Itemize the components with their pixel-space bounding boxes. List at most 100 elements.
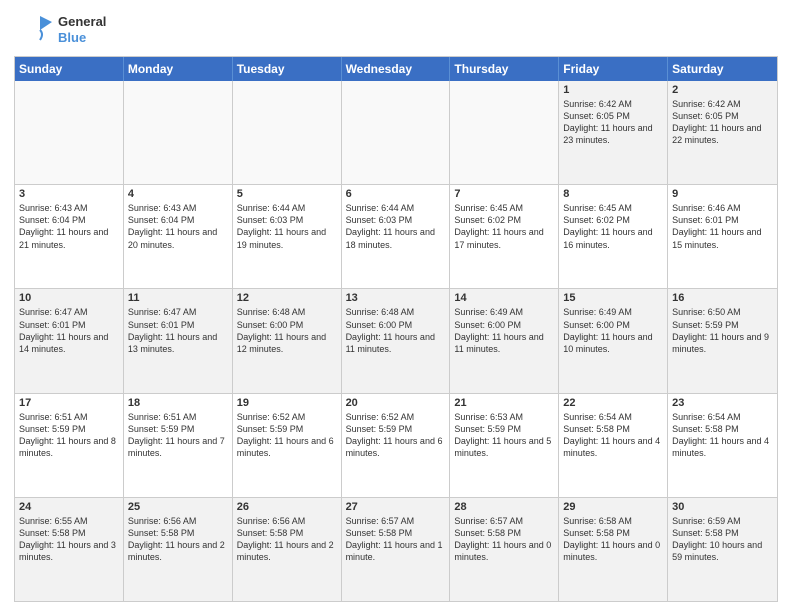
calendar-header: SundayMondayTuesdayWednesdayThursdayFrid…	[15, 57, 777, 81]
cell-info: Sunrise: 6:49 AMSunset: 6:00 PMDaylight:…	[454, 306, 554, 355]
cal-cell: 12 Sunrise: 6:48 AMSunset: 6:00 PMDayligh…	[233, 289, 342, 392]
cal-cell	[233, 81, 342, 184]
cell-info: Sunrise: 6:47 AMSunset: 6:01 PMDaylight:…	[128, 306, 228, 355]
day-number: 13	[346, 292, 446, 304]
cell-info: Sunrise: 6:42 AMSunset: 6:05 PMDaylight:…	[563, 98, 663, 147]
cal-cell: 30 Sunrise: 6:59 AMSunset: 5:58 PMDayligh…	[668, 498, 777, 601]
cell-info: Sunrise: 6:43 AMSunset: 6:04 PMDaylight:…	[19, 202, 119, 251]
cal-cell: 26 Sunrise: 6:56 AMSunset: 5:58 PMDayligh…	[233, 498, 342, 601]
cal-cell	[124, 81, 233, 184]
cell-info: Sunrise: 6:56 AMSunset: 5:58 PMDaylight:…	[237, 515, 337, 564]
cal-cell: 25 Sunrise: 6:56 AMSunset: 5:58 PMDayligh…	[124, 498, 233, 601]
day-number: 22	[563, 397, 663, 409]
day-number: 9	[672, 188, 773, 200]
day-header-tuesday: Tuesday	[233, 57, 342, 81]
cell-info: Sunrise: 6:57 AMSunset: 5:58 PMDaylight:…	[346, 515, 446, 564]
day-number: 10	[19, 292, 119, 304]
cell-info: Sunrise: 6:42 AMSunset: 6:05 PMDaylight:…	[672, 98, 773, 147]
day-header-friday: Friday	[559, 57, 668, 81]
day-number: 11	[128, 292, 228, 304]
day-number: 12	[237, 292, 337, 304]
cell-info: Sunrise: 6:51 AMSunset: 5:59 PMDaylight:…	[128, 411, 228, 460]
day-number: 4	[128, 188, 228, 200]
cal-cell: 9Sunrise: 6:46 AMSunset: 6:01 PMDaylight…	[668, 185, 777, 288]
cell-info: Sunrise: 6:44 AMSunset: 6:03 PMDaylight:…	[346, 202, 446, 251]
week-row-4: 24 Sunrise: 6:55 AMSunset: 5:58 PMDayligh…	[15, 497, 777, 601]
cal-cell: 5 Sunrise: 6:44 AMSunset: 6:03 PMDaylight…	[233, 185, 342, 288]
day-number: 18	[128, 397, 228, 409]
cal-cell: 22Sunrise: 6:54 AMSunset: 5:58 PMDayligh…	[559, 394, 668, 497]
cell-info: Sunrise: 6:55 AMSunset: 5:58 PMDaylight:…	[19, 515, 119, 564]
day-number: 3	[19, 188, 119, 200]
cal-cell: 16Sunrise: 6:50 AMSunset: 5:59 PMDayligh…	[668, 289, 777, 392]
cell-info: Sunrise: 6:45 AMSunset: 6:02 PMDaylight:…	[563, 202, 663, 251]
cal-cell: 18 Sunrise: 6:51 AMSunset: 5:59 PMDayligh…	[124, 394, 233, 497]
cal-cell	[342, 81, 451, 184]
day-header-saturday: Saturday	[668, 57, 777, 81]
cell-info: Sunrise: 6:53 AMSunset: 5:59 PMDaylight:…	[454, 411, 554, 460]
cal-cell: 15Sunrise: 6:49 AMSunset: 6:00 PMDayligh…	[559, 289, 668, 392]
day-number: 29	[563, 501, 663, 513]
cell-info: Sunrise: 6:52 AMSunset: 5:59 PMDaylight:…	[237, 411, 337, 460]
cell-info: Sunrise: 6:56 AMSunset: 5:58 PMDaylight:…	[128, 515, 228, 564]
cell-info: Sunrise: 6:49 AMSunset: 6:00 PMDaylight:…	[563, 306, 663, 355]
cal-cell: 24 Sunrise: 6:55 AMSunset: 5:58 PMDayligh…	[15, 498, 124, 601]
day-header-wednesday: Wednesday	[342, 57, 451, 81]
cell-info: Sunrise: 6:47 AMSunset: 6:01 PMDaylight:…	[19, 306, 119, 355]
cell-info: Sunrise: 6:51 AMSunset: 5:59 PMDaylight:…	[19, 411, 119, 460]
cal-cell: 6Sunrise: 6:44 AMSunset: 6:03 PMDaylight…	[342, 185, 451, 288]
calendar-body: 1 Sunrise: 6:42 AMSunset: 6:05 PMDaylight…	[15, 81, 777, 601]
calendar: SundayMondayTuesdayWednesdayThursdayFrid…	[14, 56, 778, 602]
logo-text: GeneralBlue	[58, 14, 106, 45]
week-row-2: 10 Sunrise: 6:47 AMSunset: 6:01 PMDayligh…	[15, 288, 777, 392]
day-number: 21	[454, 397, 554, 409]
cell-info: Sunrise: 6:45 AMSunset: 6:02 PMDaylight:…	[454, 202, 554, 251]
day-number: 17	[19, 397, 119, 409]
day-number: 23	[672, 397, 773, 409]
day-number: 2	[672, 84, 773, 96]
cal-cell: 10 Sunrise: 6:47 AMSunset: 6:01 PMDayligh…	[15, 289, 124, 392]
cell-info: Sunrise: 6:52 AMSunset: 5:59 PMDaylight:…	[346, 411, 446, 460]
cell-info: Sunrise: 6:44 AMSunset: 6:03 PMDaylight:…	[237, 202, 337, 251]
day-number: 26	[237, 501, 337, 513]
day-header-monday: Monday	[124, 57, 233, 81]
cal-cell: 2 Sunrise: 6:42 AMSunset: 6:05 PMDaylight…	[668, 81, 777, 184]
cell-info: Sunrise: 6:50 AMSunset: 5:59 PMDaylight:…	[672, 306, 773, 355]
cell-info: Sunrise: 6:43 AMSunset: 6:04 PMDaylight:…	[128, 202, 228, 251]
cal-cell: 7 Sunrise: 6:45 AMSunset: 6:02 PMDaylight…	[450, 185, 559, 288]
day-number: 14	[454, 292, 554, 304]
week-row-0: 1 Sunrise: 6:42 AMSunset: 6:05 PMDaylight…	[15, 81, 777, 184]
day-number: 7	[454, 188, 554, 200]
day-number: 27	[346, 501, 446, 513]
cal-cell: 21 Sunrise: 6:53 AMSunset: 5:59 PMDayligh…	[450, 394, 559, 497]
day-number: 30	[672, 501, 773, 513]
cal-cell: 11 Sunrise: 6:47 AMSunset: 6:01 PMDayligh…	[124, 289, 233, 392]
day-number: 25	[128, 501, 228, 513]
cal-cell: 29Sunrise: 6:58 AMSunset: 5:58 PMDayligh…	[559, 498, 668, 601]
cal-cell: 23 Sunrise: 6:54 AMSunset: 5:58 PMDayligh…	[668, 394, 777, 497]
cal-cell: 14 Sunrise: 6:49 AMSunset: 6:00 PMDayligh…	[450, 289, 559, 392]
cell-info: Sunrise: 6:48 AMSunset: 6:00 PMDaylight:…	[237, 306, 337, 355]
cal-cell: 13 Sunrise: 6:48 AMSunset: 6:00 PMDayligh…	[342, 289, 451, 392]
week-row-1: 3 Sunrise: 6:43 AMSunset: 6:04 PMDaylight…	[15, 184, 777, 288]
logo-svg	[14, 12, 54, 48]
cal-cell	[450, 81, 559, 184]
day-number: 1	[563, 84, 663, 96]
day-header-thursday: Thursday	[450, 57, 559, 81]
day-number: 28	[454, 501, 554, 513]
cell-info: Sunrise: 6:48 AMSunset: 6:00 PMDaylight:…	[346, 306, 446, 355]
day-number: 8	[563, 188, 663, 200]
day-number: 5	[237, 188, 337, 200]
cal-cell: 19 Sunrise: 6:52 AMSunset: 5:59 PMDayligh…	[233, 394, 342, 497]
cell-info: Sunrise: 6:57 AMSunset: 5:58 PMDaylight:…	[454, 515, 554, 564]
cell-info: Sunrise: 6:54 AMSunset: 5:58 PMDaylight:…	[672, 411, 773, 460]
cal-cell	[15, 81, 124, 184]
day-number: 19	[237, 397, 337, 409]
cal-cell: 4 Sunrise: 6:43 AMSunset: 6:04 PMDaylight…	[124, 185, 233, 288]
week-row-3: 17 Sunrise: 6:51 AMSunset: 5:59 PMDayligh…	[15, 393, 777, 497]
day-number: 24	[19, 501, 119, 513]
cal-cell: 3 Sunrise: 6:43 AMSunset: 6:04 PMDaylight…	[15, 185, 124, 288]
cell-info: Sunrise: 6:59 AMSunset: 5:58 PMDaylight:…	[672, 515, 773, 564]
cal-cell: 28 Sunrise: 6:57 AMSunset: 5:58 PMDayligh…	[450, 498, 559, 601]
cal-cell: 8 Sunrise: 6:45 AMSunset: 6:02 PMDaylight…	[559, 185, 668, 288]
